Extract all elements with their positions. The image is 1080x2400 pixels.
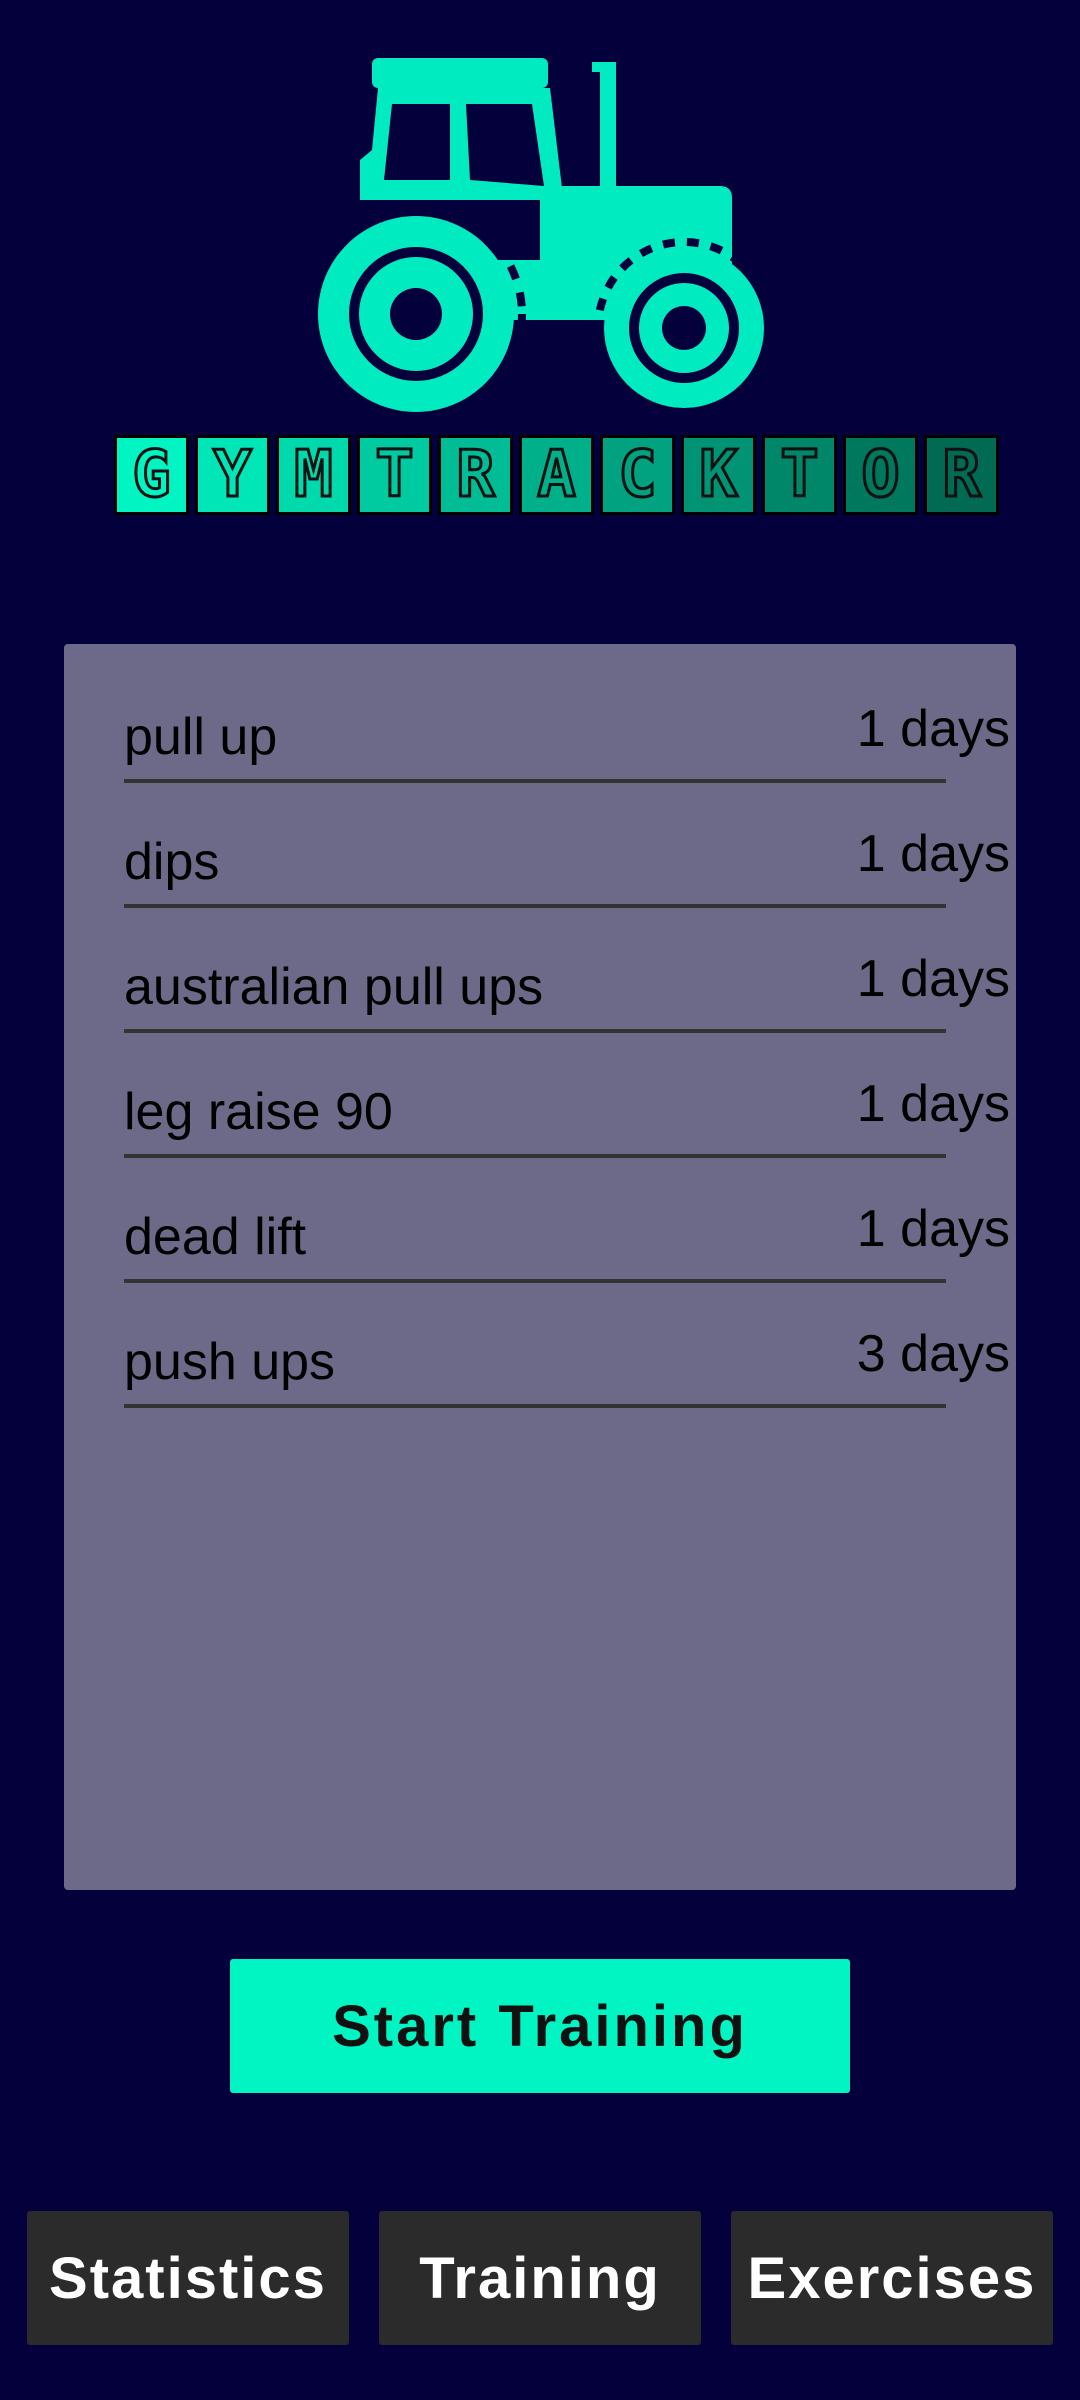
logo-letter-tile: K (681, 435, 756, 515)
exercise-name: pull up (124, 708, 278, 766)
logo-letter-tile: C (600, 435, 675, 515)
exercise-row[interactable]: push ups 3 days (124, 1283, 1010, 1408)
logo-letter-tile: Y (195, 435, 270, 515)
app-screen: GYMTRACKTOR pull up 1 days dips 1 days austr… (0, 0, 1080, 2400)
exercise-days: 1 days (856, 950, 1010, 1008)
exercise-name: dips (124, 833, 220, 891)
exercise-days: 1 days (856, 1200, 1010, 1258)
logo-letter-tile: T (357, 435, 432, 515)
start-training-button[interactable]: Start Training (230, 1959, 850, 2093)
exercise-days: 1 days (856, 700, 1010, 758)
row-divider (124, 1404, 946, 1408)
exercise-row[interactable]: dead lift 1 days (124, 1158, 1010, 1283)
exercise-row[interactable]: pull up 1 days (124, 658, 1010, 783)
tractor-icon (306, 58, 774, 420)
logo-letter-tile: G (114, 435, 189, 515)
logo-letter-tile: A (519, 435, 594, 515)
nav-exercises-button[interactable]: Exercises (731, 2211, 1053, 2345)
exercise-days: 1 days (856, 1075, 1010, 1133)
logo-letter-tile: R (924, 435, 999, 515)
exercise-row[interactable]: leg raise 90 1 days (124, 1033, 1010, 1158)
logo-letter-tile: T (762, 435, 837, 515)
exercise-days: 1 days (856, 825, 1010, 883)
logo-letter-tile: O (843, 435, 918, 515)
nav-statistics-button[interactable]: Statistics (27, 2211, 349, 2345)
logo-letter-tile: R (438, 435, 513, 515)
exercise-days: 3 days (856, 1325, 1010, 1383)
exercise-name: leg raise 90 (124, 1083, 393, 1141)
exercise-name: dead lift (124, 1208, 307, 1266)
brand-wordmark: GYMTRACKTOR (114, 435, 1005, 515)
exercise-row[interactable]: dips 1 days (124, 783, 1010, 908)
app-logo: GYMTRACKTOR (0, 40, 1080, 530)
exercise-name: push ups (124, 1333, 336, 1391)
logo-letter-tile: M (276, 435, 351, 515)
exercise-list: pull up 1 days dips 1 days australian pull u… (64, 644, 1016, 1890)
nav-training-button[interactable]: Training (379, 2211, 701, 2345)
exercise-name: australian pull ups (124, 958, 544, 1016)
exercise-row[interactable]: australian pull ups 1 days (124, 908, 1010, 1033)
